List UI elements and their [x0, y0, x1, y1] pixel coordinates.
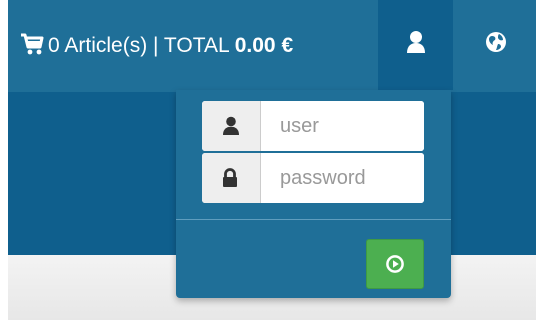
dropdown-divider [176, 219, 451, 220]
user-menu-toggle[interactable] [378, 0, 453, 90]
password-addon [202, 153, 261, 203]
play-circle-icon [386, 255, 404, 273]
shopping-cart-icon [21, 33, 44, 55]
cart-total-value: 0.00 € [234, 34, 294, 57]
lock-icon [223, 168, 237, 187]
username-input[interactable] [261, 101, 424, 151]
cart-summary-link[interactable]: 0 Article(s) | TOTAL 0.00 € [20, 26, 293, 66]
login-dropdown [176, 90, 451, 298]
user-icon [405, 30, 427, 54]
globe-icon [485, 31, 507, 53]
username-field-group [202, 101, 424, 151]
page: 0 Article(s) | TOTAL 0.00 € [0, 0, 536, 320]
password-input[interactable] [261, 153, 424, 203]
username-addon [202, 101, 261, 151]
language-menu-toggle[interactable] [453, 0, 536, 90]
login-submit-button[interactable] [366, 239, 424, 289]
cart-count-text: 0 Article(s) | TOTAL [48, 34, 235, 57]
password-field-group [202, 153, 424, 203]
user-icon [223, 116, 239, 135]
